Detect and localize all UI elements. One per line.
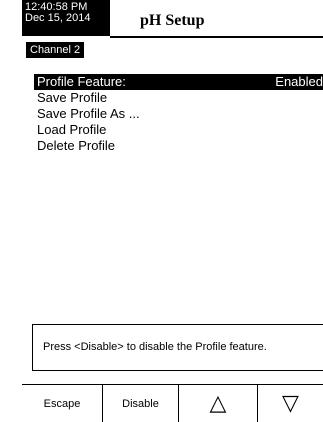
menu-item-save-profile-as[interactable]: Save Profile As ...: [34, 106, 323, 122]
menu-item-label: Save Profile: [37, 90, 108, 105]
menu-item-delete-profile[interactable]: Delete Profile: [34, 138, 323, 154]
menu-item-label: Delete Profile: [37, 138, 116, 153]
escape-button[interactable]: Escape: [22, 385, 102, 422]
clock-date: Dec 15, 2014: [25, 12, 91, 24]
scroll-down-button[interactable]: ▽: [257, 385, 323, 422]
help-message-box: Press <Disable> to disable the Profile f…: [32, 324, 323, 371]
help-message-text: Press <Disable> to disable the Profile f…: [43, 341, 267, 353]
screen: 12:40:58 PM Dec 15, 2014 pH Setup Channe…: [22, 0, 323, 422]
disable-button-label: Disable: [122, 397, 159, 410]
menu-item-label: Load Profile: [37, 122, 107, 137]
menu-item-label: Profile Feature:: [37, 74, 126, 89]
profile-feature-status: Enabled: [275, 74, 323, 89]
page-title: pH Setup: [140, 12, 205, 29]
channel-label: Channel 2: [26, 42, 85, 58]
menu-item-load-profile[interactable]: Load Profile: [34, 122, 323, 138]
menu-item-profile-feature[interactable]: Profile Feature: Enabled: [34, 74, 323, 90]
menu-item-save-profile[interactable]: Save Profile: [34, 90, 323, 106]
disable-button[interactable]: Disable: [102, 385, 178, 422]
down-triangle-icon: ▽: [282, 390, 299, 416]
menu-item-label: Save Profile As ...: [37, 106, 140, 121]
escape-button-label: Escape: [43, 397, 81, 410]
up-triangle-icon: △: [209, 390, 227, 416]
setup-menu: Profile Feature: Enabled Save Profile Sa…: [34, 74, 323, 154]
scroll-up-button[interactable]: △: [178, 385, 257, 422]
header-divider: [110, 36, 323, 38]
clock-block: 12:40:58 PM Dec 15, 2014: [22, 0, 110, 36]
